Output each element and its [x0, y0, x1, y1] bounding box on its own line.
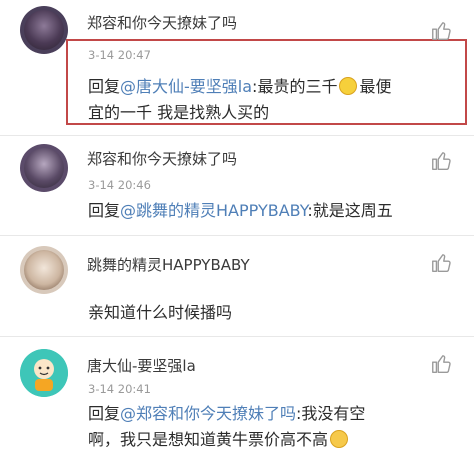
comment-text: 亲知道什么时候播吗 — [88, 303, 233, 322]
comment-time: 3-14 20:46 — [88, 178, 151, 192]
comment-time: 3-14 20:47 — [88, 48, 151, 62]
mention-link[interactable]: @郑容和你今天撩妹了吗 — [120, 404, 296, 423]
comment-text: 啊，我只是想知道黄牛票价高不高 — [88, 430, 329, 449]
comment-text: :最贵的三千 — [252, 77, 338, 96]
comment-body: 回复@郑容和你今天撩妹了吗:我没有空 啊，我只是想知道黄牛票价高不高 — [88, 401, 458, 453]
reply-prefix: 回复 — [88, 404, 121, 423]
comment-text: 宜的一千 我是找熟人买的 — [88, 103, 270, 122]
crying-emoji-icon — [330, 430, 349, 448]
mention-link[interactable]: @唐大仙-要坚强la — [120, 77, 252, 96]
thumbs-up-icon[interactable] — [430, 353, 452, 375]
comment-username[interactable]: 唐大仙-要坚强la — [87, 355, 196, 376]
comment-body: 回复@跳舞的精灵HAPPYBABY:就是这周五 — [88, 198, 468, 224]
reply-prefix: 回复 — [88, 201, 121, 220]
mention-link[interactable]: @跳舞的精灵HAPPYBABY — [120, 201, 307, 220]
comment-body: 亲知道什么时候播吗 — [88, 300, 448, 326]
thumbs-up-icon[interactable] — [430, 150, 452, 172]
smile-emoji-icon — [339, 77, 358, 95]
user-avatar[interactable] — [20, 144, 68, 192]
user-avatar[interactable] — [20, 246, 68, 294]
comment-username[interactable]: 跳舞的精灵HAPPYBABY — [87, 254, 250, 275]
user-avatar[interactable] — [20, 6, 68, 54]
thumbs-up-icon[interactable] — [430, 20, 452, 42]
comment-text: :我没有空 — [296, 404, 366, 423]
comment-item: 跳舞的精灵HAPPYBABY 亲知道什么时候播吗 — [0, 236, 474, 336]
comment-item: 郑容和你今天撩妹了吗 3-14 20:47 回复@唐大仙-要坚强la:最贵的三千… — [0, 0, 474, 135]
comment-item: 唐大仙-要坚强la 3-14 20:41 回复@郑容和你今天撩妹了吗:我没有空 … — [0, 337, 474, 465]
comment-time: 3-14 20:41 — [88, 382, 151, 396]
comment-item: 郑容和你今天撩妹了吗 3-14 20:46 回复@跳舞的精灵HAPPYBABY:… — [0, 136, 474, 235]
comment-username[interactable]: 郑容和你今天撩妹了吗 — [87, 148, 237, 169]
comment-text: :就是这周五 — [307, 201, 393, 220]
user-avatar[interactable] — [20, 349, 68, 397]
cartoon-avatar-icon — [20, 349, 68, 397]
comment-body: 回复@唐大仙-要坚强la:最贵的三千 最便 宜的一千 我是找熟人买的 — [88, 74, 448, 126]
comment-username[interactable]: 郑容和你今天撩妹了吗 — [87, 12, 237, 33]
thumbs-up-icon[interactable] — [430, 252, 452, 274]
reply-prefix: 回复 — [88, 77, 121, 96]
comment-text: 最便 — [359, 77, 392, 96]
